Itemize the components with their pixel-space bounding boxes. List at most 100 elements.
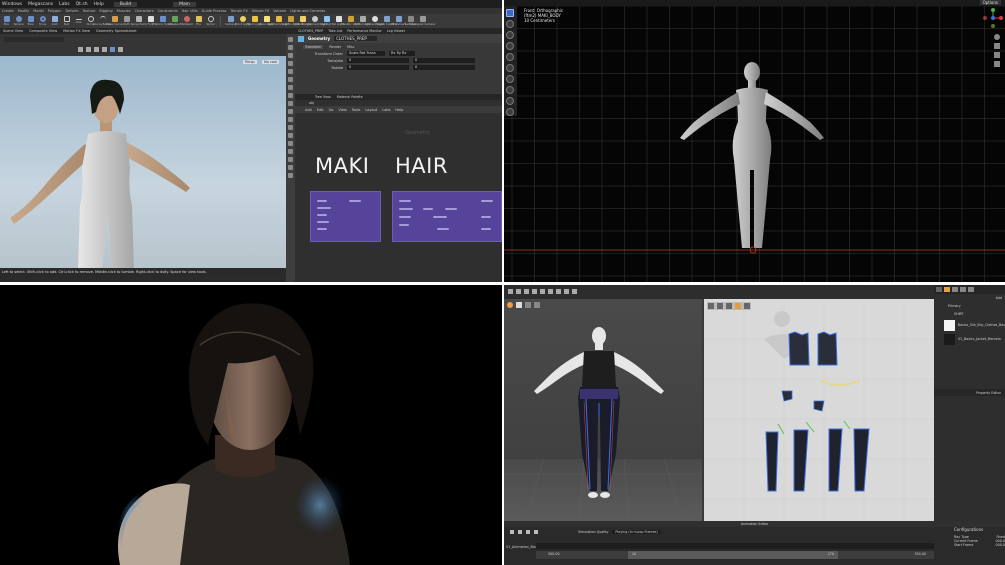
record-icon[interactable] [526,530,530,534]
shelf-tab[interactable]: Constraints [158,9,178,13]
lsystem-tool[interactable]: L-System [168,15,181,27]
shelf-tab[interactable]: Muscles [117,9,131,13]
node[interactable] [433,216,447,218]
draw-curve-tool[interactable]: Draw Curve [106,15,123,27]
light-icon[interactable] [288,85,293,90]
camera-tool[interactable]: Camera [225,15,236,27]
camera-icon[interactable] [118,47,123,52]
pin-icon[interactable] [540,289,545,294]
menu-tools[interactable]: Tools [352,108,361,112]
stereo-camera-tool[interactable]: Stereo Camera [376,15,397,27]
config-value[interactable]: 000.0 [996,543,1005,547]
visibility-icon[interactable] [288,165,293,170]
menu-edit[interactable]: Edit [317,108,324,112]
sphere-tool[interactable]: Sphere [14,15,23,27]
brush-icon[interactable] [548,289,553,294]
fabric-row[interactable]: Basics_Silk_Slip_Clothes_Bas [934,318,1005,332]
shelf-tab[interactable]: Hair Utils [182,9,198,13]
spot-light-tool[interactable]: Spot Light [247,15,262,27]
node[interactable] [481,216,491,218]
line-tool[interactable]: Line [74,16,83,27]
platonic-tool[interactable]: Platonic Solids [152,15,173,27]
rotate-y-field[interactable]: 0 [413,65,475,70]
menu-add[interactable]: Add [305,108,312,112]
tab-take-list[interactable]: Take List [328,29,342,33]
network-box-maki[interactable] [310,191,381,242]
menu-megascans[interactable]: Megascans [28,2,53,7]
node[interactable] [317,207,331,209]
ghost-icon[interactable] [288,93,293,98]
menu-help[interactable]: Help [94,2,104,7]
shelf-tab[interactable]: Model [33,9,44,13]
camera-icon[interactable] [288,133,293,138]
tab-material-palette[interactable]: Material Palette [337,95,363,99]
playback-mode-dropdown[interactable]: Playing (In→Loop Frames) [612,530,661,534]
avatar-icon[interactable] [507,302,513,308]
ortho-viewport[interactable]: Front: Orthographic (ftm2) MAKI_BODY 10 … [504,0,1005,282]
file-tool[interactable]: File [194,15,203,27]
node[interactable] [349,200,361,202]
tab-motion-fx-view[interactable]: Motion FX View [63,29,90,33]
home-icon[interactable] [288,53,293,58]
shelf-tab[interactable]: Characters [135,9,154,13]
tube-tool[interactable]: Tube [26,15,35,27]
node[interactable] [399,224,409,226]
node[interactable] [399,208,413,210]
flipbook-icon[interactable] [288,149,293,154]
shade-icon[interactable] [288,77,293,82]
node[interactable] [399,216,411,218]
spiral-tool[interactable]: Spiral [206,15,215,27]
shelf-tab[interactable]: Guide Process [202,9,227,13]
grid-tool[interactable]: Grid [50,15,59,27]
shelf-tab[interactable]: Simple FX [252,9,269,13]
marvelous-3d-view[interactable] [504,299,702,522]
node[interactable] [481,200,493,202]
node[interactable] [481,228,491,230]
gamepad-camera-tool[interactable]: Gamepad Camera [410,15,435,27]
tab-misc[interactable]: Misc [347,45,354,49]
range-slider[interactable]: 500.00 20 270 350.00 [536,551,934,559]
node[interactable] [399,200,411,202]
segment-sewing-icon[interactable] [735,303,741,309]
box-tool[interactable]: Box [2,15,11,27]
network-path[interactable]: obj [309,101,314,105]
rotate-x-field[interactable]: 0 [347,65,409,70]
node[interactable] [445,208,457,210]
node[interactable] [437,228,449,230]
null-tool[interactable]: Null [62,15,71,27]
render-icon[interactable] [288,141,293,146]
menu-help[interactable]: Help [395,108,403,112]
grid-icon[interactable] [288,109,293,114]
segment-icon[interactable] [564,289,569,294]
wire-icon[interactable] [288,69,293,74]
sew-icon[interactable] [556,289,561,294]
person-icon[interactable] [516,302,522,308]
menu-layout[interactable]: Layout [365,108,377,112]
range-handle[interactable]: 20 270 [628,551,838,559]
network-box-hair[interactable] [392,191,502,242]
tab-performance-monitor[interactable]: Performance Monitor [347,29,381,33]
vr-camera-tool[interactable]: VR Camera [391,15,406,27]
snap-icon[interactable] [288,101,293,106]
settings-icon[interactable] [960,287,966,292]
shelf-tab[interactable]: Volume [273,9,286,13]
persp-menu[interactable]: Persp [243,60,257,64]
fabric-row[interactable]: V1_Basics_Jacket_Marvelo [934,332,1005,346]
mesh-icon[interactable] [534,302,540,308]
lock-icon[interactable] [288,37,293,42]
select-icon[interactable] [508,289,513,294]
shelf-tab[interactable]: Create [2,9,14,13]
trace-icon[interactable] [744,303,750,309]
handle-icon[interactable] [288,117,293,122]
play-icon[interactable] [510,530,514,534]
move-icon[interactable] [86,47,91,52]
shading-icon[interactable] [110,47,115,52]
menu-labs[interactable]: Labs [59,2,69,7]
node[interactable] [317,214,327,216]
shelf-tab[interactable]: Texture [83,9,96,13]
shelf-tab[interactable]: Modify [18,9,30,13]
edit-pattern-icon[interactable] [717,303,723,309]
rotate-icon[interactable] [94,47,99,52]
stop-icon[interactable] [518,530,522,534]
primary-row[interactable]: Primary [934,302,1005,310]
